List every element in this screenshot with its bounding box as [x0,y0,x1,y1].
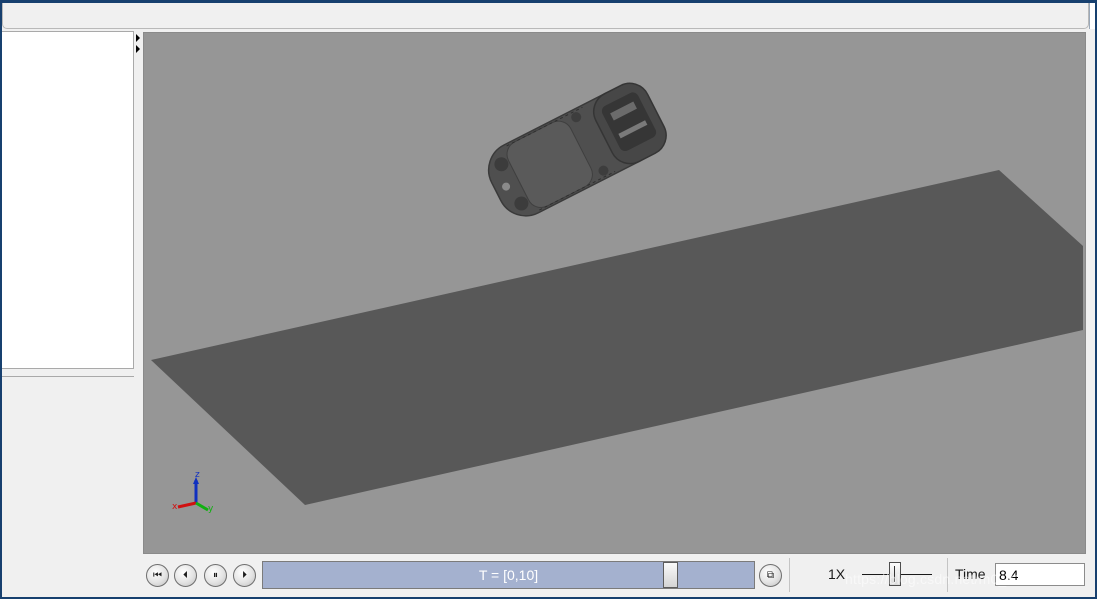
toolbar-separator [789,558,790,592]
skip-to-start-button[interactable]: ⏮ [146,564,169,587]
details-panel [0,376,134,597]
step-back-icon: ⏴ [183,570,188,581]
toolstrip [2,3,1089,29]
skip-to-start-icon: ⏮ [153,570,162,581]
toolbar-separator [947,558,948,592]
robot-model[interactable] [479,76,673,225]
axis-z-label: z [195,470,200,480]
step-forward-icon: ⏵ [242,570,247,581]
axis-x-label: x [172,502,178,512]
axis-triad: z x y [172,470,214,514]
ground-plane [151,170,1083,505]
timeline-thumb[interactable] [663,562,678,588]
toolstrip-edge [1089,3,1095,29]
speed-label: 1X [828,566,846,582]
expand-arrow-icon[interactable] [136,45,140,53]
speed-thumb-grip [894,566,895,582]
scene-canvas: z x y [151,76,1083,514]
axis-y-label: y [208,504,214,514]
panel-splitter[interactable] [134,31,142,597]
collapse-arrow-icon[interactable] [136,34,140,42]
speed-slider-thumb[interactable] [889,562,901,586]
step-forward-button[interactable]: ⏵ [233,564,256,587]
3d-viewport[interactable]: z x y [143,32,1086,554]
pause-icon: ⏸ [213,570,218,581]
pause-button[interactable]: ⏸ [204,564,227,587]
step-back-button[interactable]: ⏴ [174,564,197,587]
time-input[interactable] [995,563,1085,586]
time-label: Time [955,566,986,582]
model-browser-panel[interactable] [0,31,134,369]
timeline-range-label: T = [0,10] [478,567,539,583]
loop-icon: ⧉ [766,570,775,581]
loop-button[interactable]: ⧉ [759,564,782,587]
